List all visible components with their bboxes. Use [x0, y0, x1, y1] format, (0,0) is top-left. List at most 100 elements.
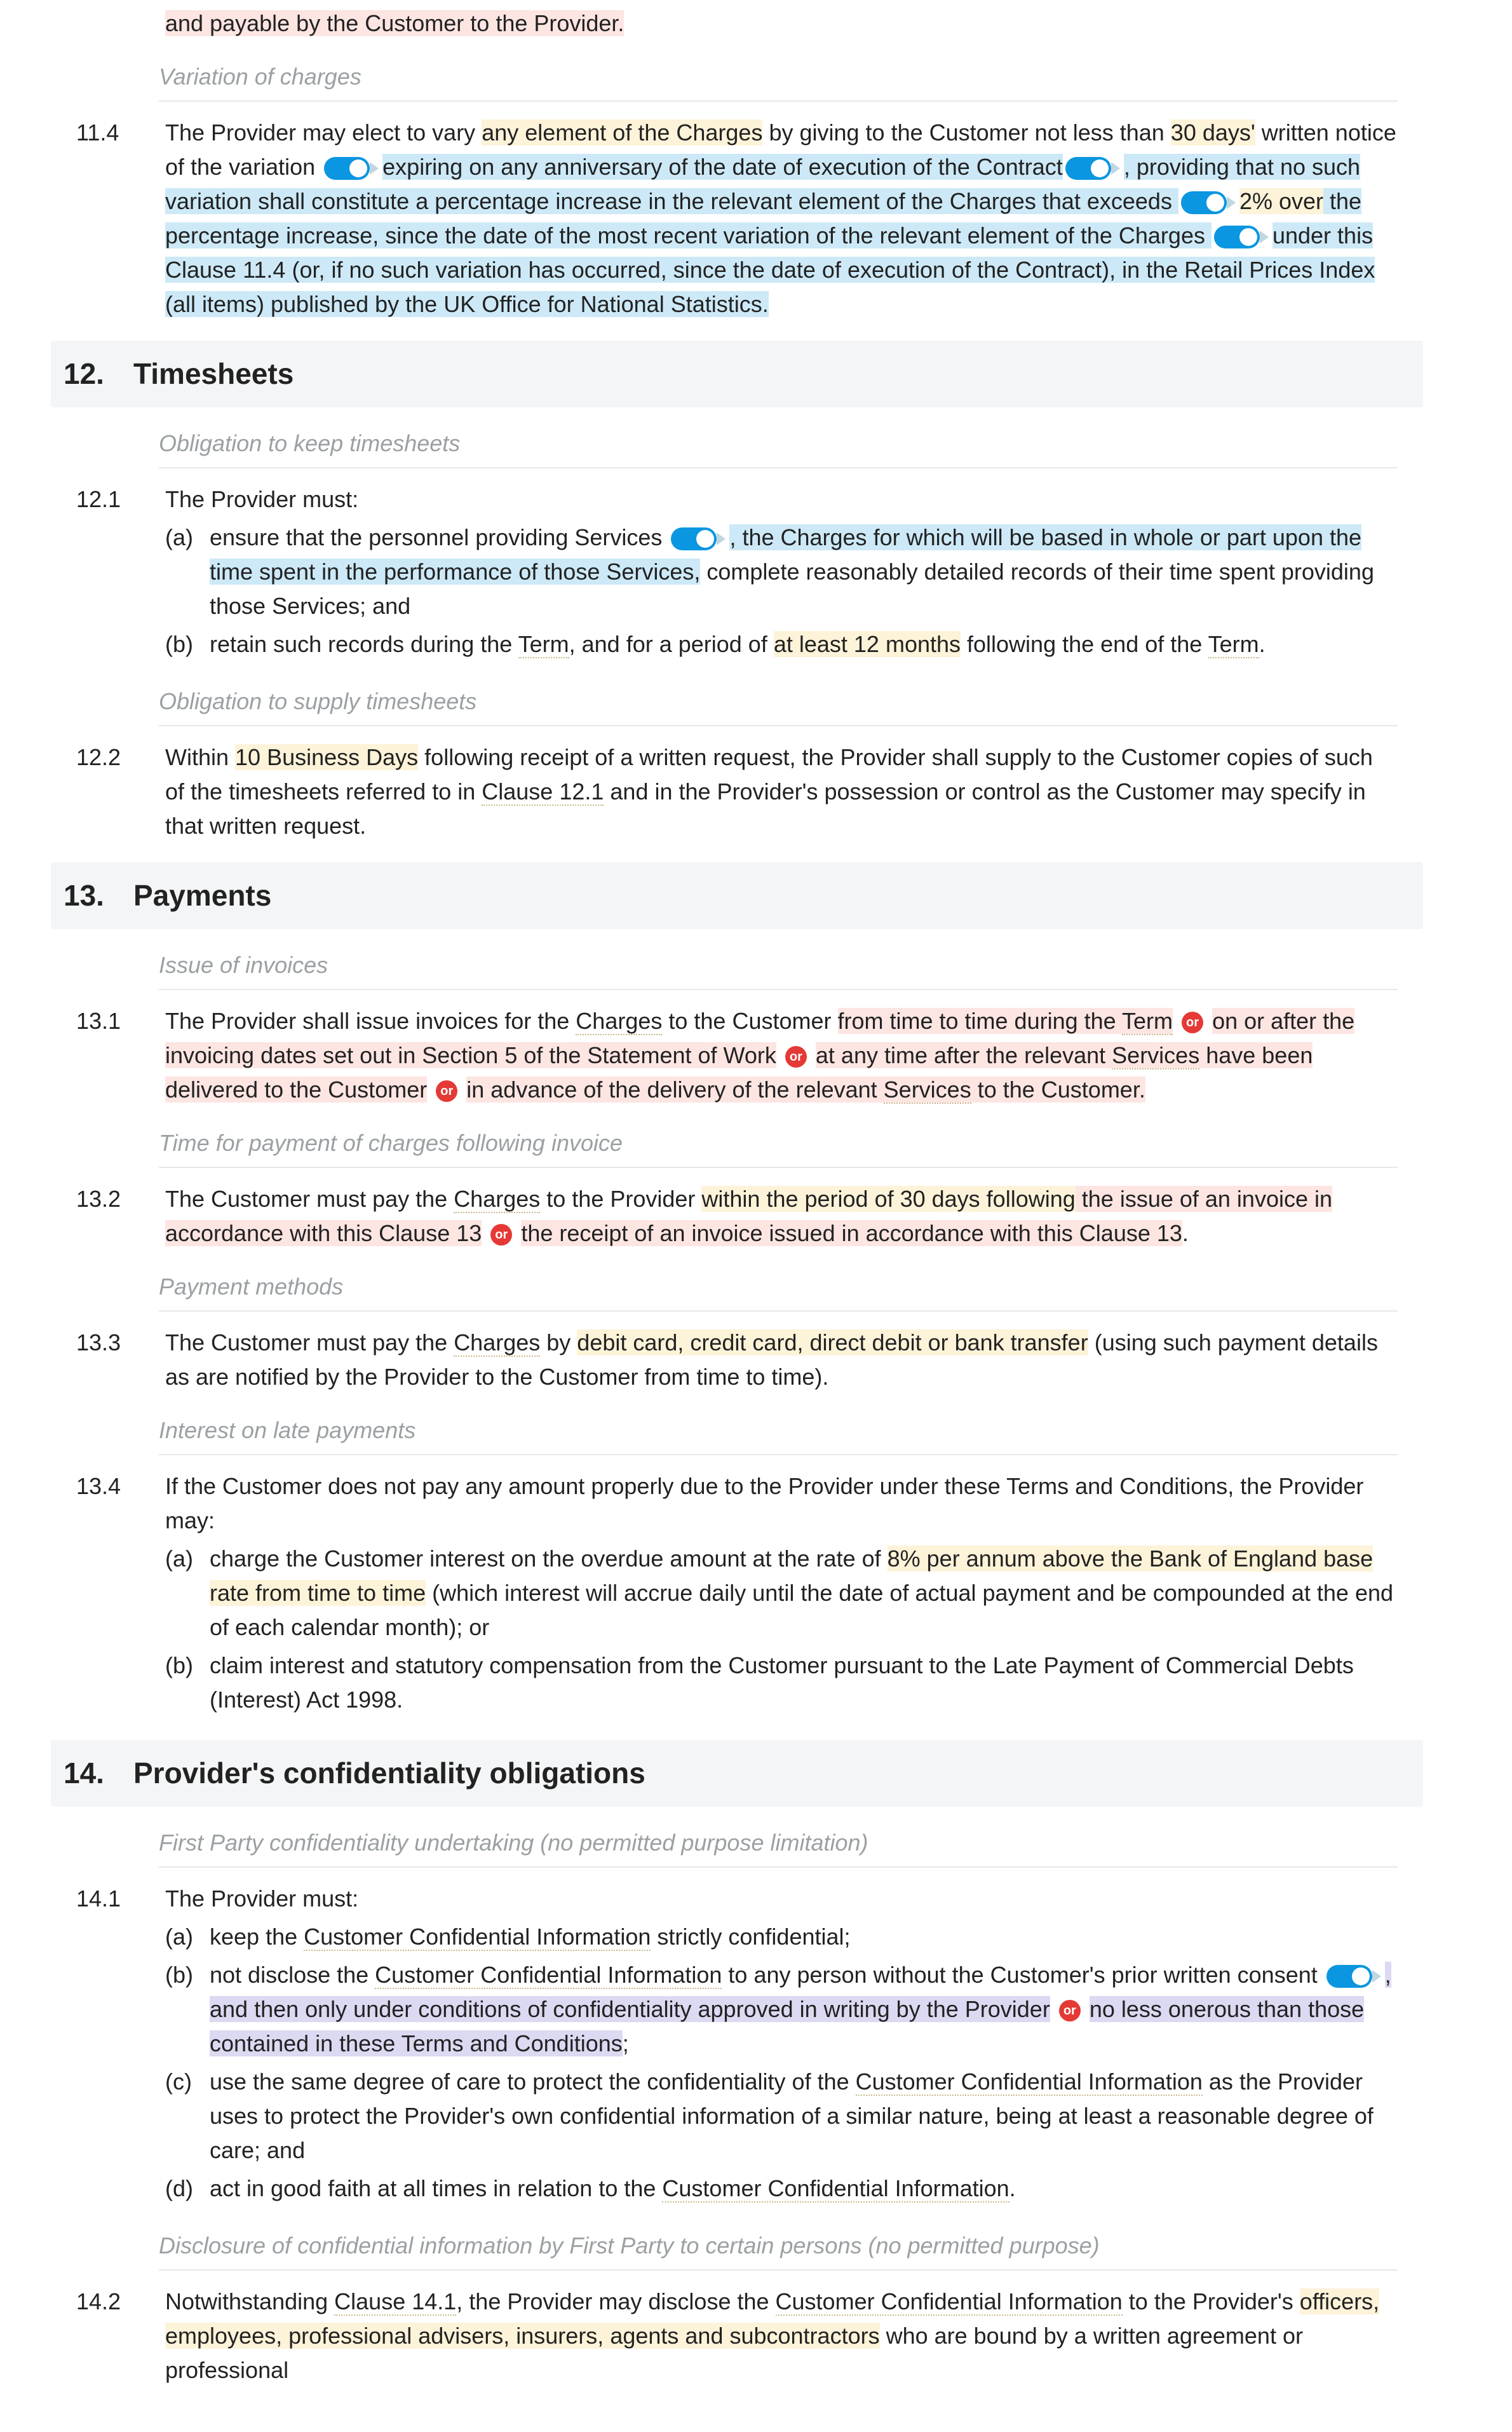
letter-marker: (b)	[165, 627, 210, 662]
letter-marker: (d)	[165, 2171, 210, 2206]
editable-text[interactable]: 30 days'	[1171, 119, 1255, 146]
text: The Provider may elect to vary	[165, 119, 482, 146]
letter-marker: (b)	[165, 1648, 210, 1717]
text: following the end of the	[961, 631, 1208, 657]
defined-term[interactable]: Customer Confidential Information	[776, 2288, 1123, 2316]
clause-number: 14.1	[76, 1882, 165, 2210]
text: The Customer must pay the	[165, 1329, 454, 1355]
subheading-variation-of-charges: Variation of charges	[76, 60, 1398, 109]
toggle-icon[interactable]	[671, 527, 717, 550]
clause-12-1: 12.1 The Provider must: (a) ensure that …	[76, 482, 1398, 665]
toggle-icon[interactable]	[1214, 226, 1260, 248]
or-pill-icon[interactable]: or	[436, 1080, 457, 1102]
section-title: Payments	[133, 874, 271, 918]
text: retain such records during the	[210, 631, 518, 657]
clause-13-4-a: (a) charge the Customer interest on the …	[165, 1542, 1398, 1645]
toggle-tail-icon	[1372, 1970, 1381, 1983]
subheading-payment-methods: Payment methods	[76, 1270, 1398, 1319]
text: strictly confidential;	[651, 1924, 850, 1950]
letter-marker: (a)	[165, 520, 210, 623]
text: not disclose the	[210, 1962, 375, 1988]
clause-intro: The Provider must:	[165, 1882, 1398, 1916]
defined-term[interactable]: Term	[1122, 1008, 1173, 1035]
editable-text[interactable]: any element of the Charges	[482, 119, 762, 146]
defined-term[interactable]: Clause 12.1	[482, 778, 604, 806]
alt-text: in advance of the delivery of the releva…	[466, 1077, 883, 1103]
defined-term[interactable]: Customer Confidential Information	[856, 2069, 1203, 2096]
clause-13-4: 13.4 If the Customer does not pay any am…	[76, 1469, 1398, 1721]
letter-marker: (a)	[165, 1542, 210, 1645]
text: use the same degree of care to protect t…	[210, 2069, 856, 2095]
or-pill-icon[interactable]: or	[1182, 1012, 1203, 1033]
clause-13-3: 13.3 The Customer must pay the Charges b…	[76, 1326, 1398, 1394]
text: by	[540, 1329, 577, 1355]
clause-14-1-b: (b) not disclose the Customer Confidenti…	[165, 1958, 1398, 2061]
toggle-icon[interactable]	[1326, 1965, 1372, 1988]
text: ;	[623, 2030, 629, 2056]
editable-text[interactable]: debit card, credit card, direct debit or…	[577, 1329, 1088, 1355]
editable-text[interactable]: within the period of 30 days following	[701, 1186, 1075, 1212]
clause-12-1-b: (b) retain such records during the Term,…	[165, 627, 1398, 662]
defined-term[interactable]: Customer Confidential Information	[304, 1924, 651, 1951]
text: and payable by the Customer to the Provi…	[165, 10, 624, 36]
clause-number: 13.1	[76, 1004, 165, 1107]
defined-term[interactable]: Services	[884, 1077, 971, 1104]
defined-term[interactable]: Customer Confidential Information	[662, 2175, 1009, 2203]
subheading-supply-timesheets: Obligation to supply timesheets	[76, 684, 1398, 734]
subheading-disclosure: Disclosure of confidential information b…	[76, 2229, 1398, 2278]
alt-text: at any time after the relevant	[816, 1042, 1112, 1068]
or-pill-icon[interactable]: or	[785, 1046, 807, 1068]
defined-term[interactable]: Services	[1112, 1042, 1199, 1070]
text: to any person without the Customer's pri…	[722, 1962, 1323, 1988]
or-pill-icon[interactable]: or	[490, 1224, 512, 1246]
clause-number: 12.1	[76, 482, 165, 665]
letter-marker: (b)	[165, 1958, 210, 2061]
text: charge the Customer interest on the over…	[210, 1545, 888, 1572]
letter-marker: (c)	[165, 2065, 210, 2168]
clause-number: 14.2	[76, 2285, 165, 2388]
clause-14-1-a: (a) keep the Customer Confidential Infor…	[165, 1920, 1398, 1954]
editable-text[interactable]: at least 12 months	[774, 631, 961, 657]
toggle-icon[interactable]	[1181, 191, 1227, 214]
section-12-header: 12. Timesheets	[51, 341, 1423, 407]
defined-term[interactable]: Customer Confidential Information	[375, 1962, 722, 1989]
alt-text: from time to time during the	[838, 1008, 1123, 1034]
clause-11-tail: and payable by the Customer to the Provi…	[76, 6, 1398, 41]
clause-11-4: 11.4 The Provider may elect to vary any …	[76, 116, 1398, 322]
text: .	[1259, 631, 1266, 657]
text: Notwithstanding	[165, 2288, 334, 2314]
clause-12-1-a: (a) ensure that the personnel providing …	[165, 520, 1398, 623]
text: claim interest and statutory compensatio…	[210, 1648, 1398, 1717]
clause-number: 13.3	[76, 1326, 165, 1394]
toggle-icon[interactable]	[1065, 157, 1111, 180]
or-pill-icon[interactable]: or	[1059, 2000, 1081, 2021]
letter-marker: (a)	[165, 1920, 210, 1954]
defined-term[interactable]: Charges	[454, 1186, 540, 1213]
section-number: 12.	[64, 352, 133, 396]
defined-term[interactable]: Charges	[576, 1008, 662, 1035]
editable-text[interactable]: 2% over	[1239, 188, 1323, 214]
defined-term[interactable]: Term	[1208, 631, 1259, 658]
editable-text[interactable]: 10 Business Days	[235, 744, 418, 770]
clause-13-4-b: (b) claim interest and statutory compens…	[165, 1648, 1398, 1717]
clause-14-2: 14.2 Notwithstanding Clause 14.1, the Pr…	[76, 2285, 1398, 2388]
clause-14-1-c: (c) use the same degree of care to prote…	[165, 2065, 1398, 2168]
section-number: 14.	[64, 1751, 133, 1795]
defined-term[interactable]: Term	[518, 631, 569, 658]
section-number: 13.	[64, 874, 133, 918]
toggle-tail-icon	[370, 162, 379, 175]
defined-term[interactable]: Charges	[454, 1329, 540, 1357]
optional-text: (or, if no such variation has occurred, …	[165, 257, 1375, 317]
text: , and for a period of	[569, 631, 774, 657]
optional-text: expiring on any anniversary of the date …	[382, 154, 1063, 180]
defined-term[interactable]: Clause 14.1	[334, 2288, 456, 2316]
subheading-issue-invoices: Issue of invoices	[76, 948, 1398, 998]
text: act in good faith at all times in relati…	[210, 2175, 662, 2201]
clause-14-1-d: (d) act in good faith at all times in re…	[165, 2171, 1398, 2206]
text: by giving to the Customer not less than	[762, 119, 1170, 146]
alt-text: to the Customer.	[971, 1077, 1145, 1103]
clause-number: 13.2	[76, 1182, 165, 1251]
toggle-icon[interactable]	[324, 157, 370, 180]
subheading-fp-confidentiality: First Party confidentiality undertaking …	[76, 1826, 1398, 1875]
alt-text: the receipt of an invoice issued in acco…	[521, 1220, 1182, 1246]
